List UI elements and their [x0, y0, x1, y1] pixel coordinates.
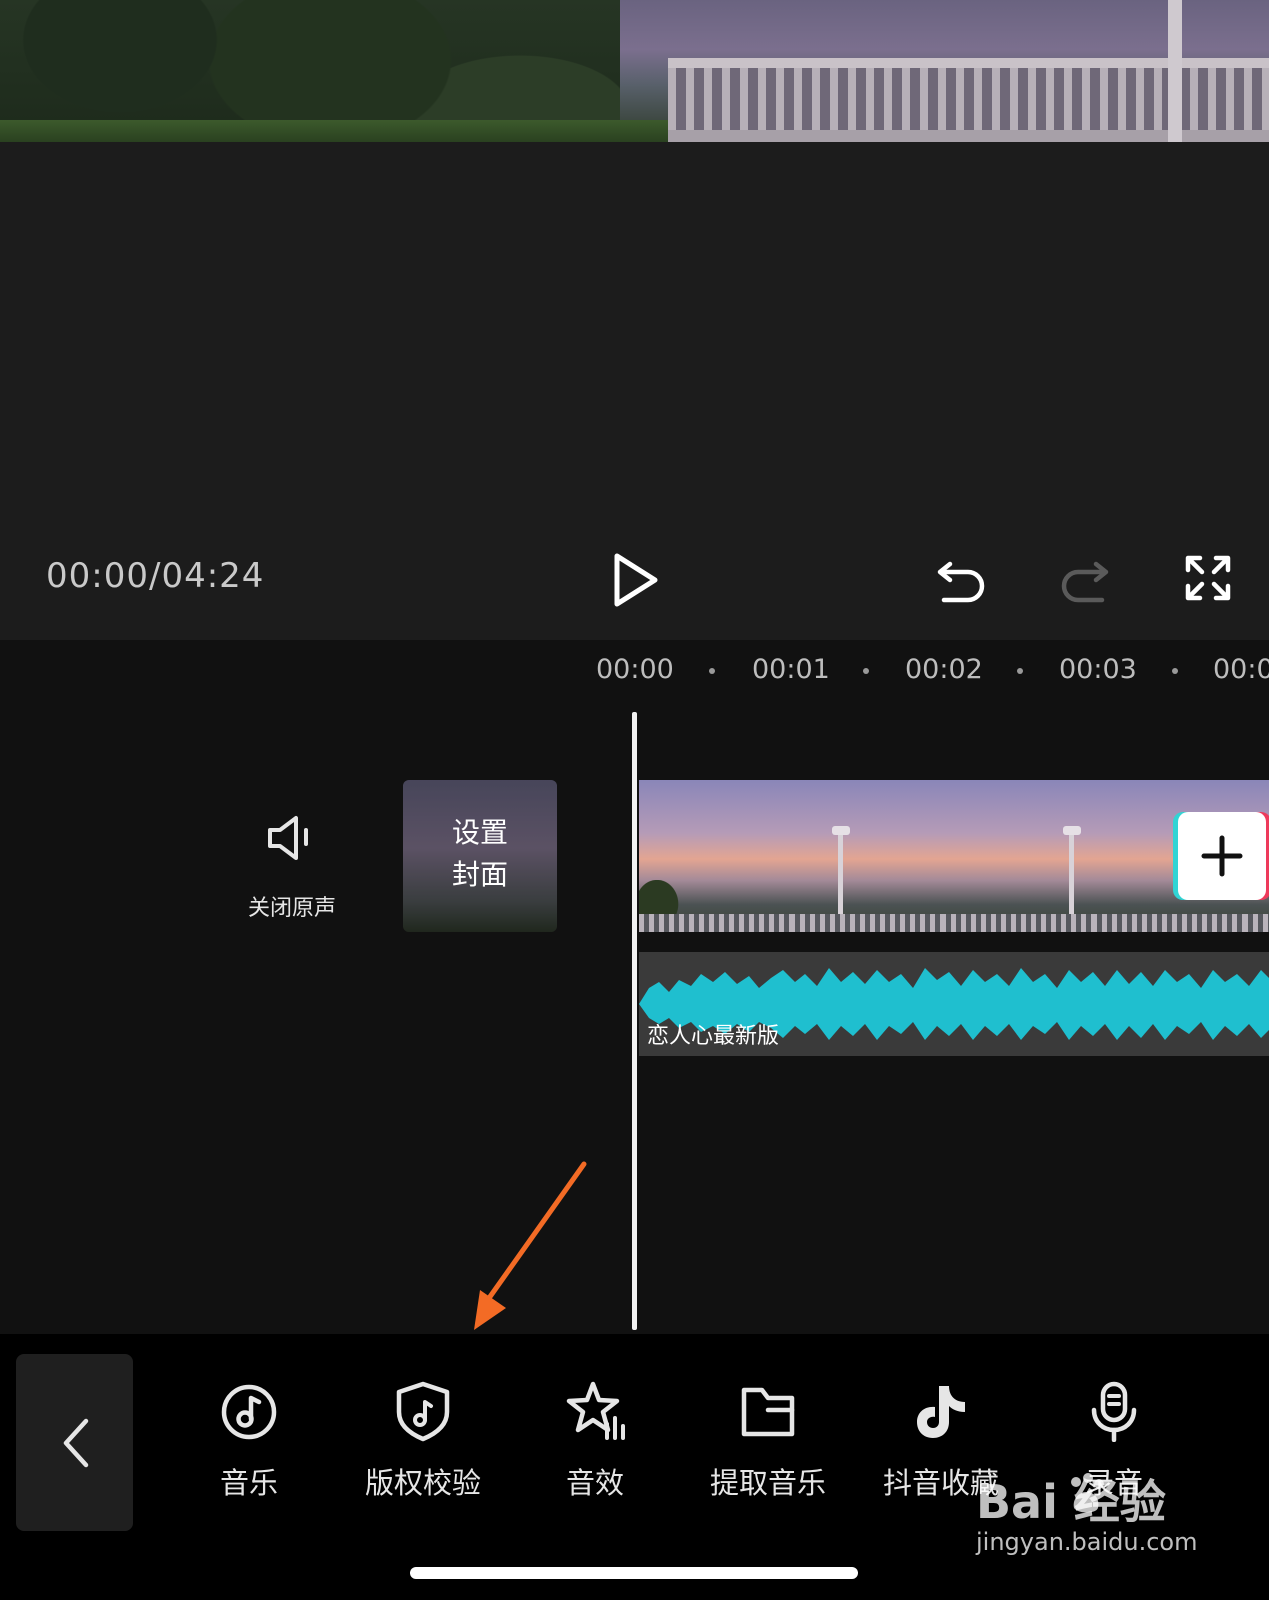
folder-icon [741, 1387, 795, 1437]
playback-time: 00:00/04:24 [46, 556, 265, 596]
tool-music[interactable]: 音乐 [174, 1380, 324, 1500]
baidu-paw-icon [1071, 1473, 1104, 1513]
chevron-left-icon [63, 1418, 88, 1467]
set-cover-label: 设置 封面 [451, 816, 508, 891]
tool-copyright-check[interactable]: 版权校验 [348, 1380, 498, 1500]
tool-sound-effects[interactable]: 音效 [520, 1380, 670, 1500]
back-button[interactable] [16, 1354, 133, 1531]
tool-label: 提取音乐 [709, 1466, 826, 1500]
preview-grass [0, 120, 700, 142]
copyright-shield-icon [396, 1381, 450, 1442]
video-thumbnail [639, 780, 791, 932]
video-thumbnail [941, 780, 1093, 932]
music-note-icon [221, 1384, 277, 1440]
sound-effect-star-icon [566, 1381, 625, 1440]
video-thumbnail [790, 780, 942, 932]
undo-button[interactable] [932, 548, 992, 608]
ruler-tick-label: 00:02 [905, 654, 983, 685]
play-button[interactable] [604, 548, 668, 612]
home-indicator[interactable] [410, 1567, 858, 1579]
ruler-dot [1172, 668, 1178, 674]
video-preview-frame [0, 0, 1269, 142]
play-icon [614, 553, 658, 607]
tool-label: 音乐 [219, 1466, 278, 1500]
ruler-dot [863, 668, 869, 674]
ruler-tick-label: 00:01 [752, 654, 830, 685]
tool-label: 音效 [565, 1466, 624, 1500]
video-track[interactable] [639, 780, 1269, 932]
set-cover-button[interactable]: 设置 封面 [403, 780, 557, 932]
ruler-dot [1017, 668, 1023, 674]
ruler-dot [709, 668, 715, 674]
tool-label: 版权校验 [364, 1466, 481, 1500]
audio-clip-label: 恋人心最新版 [647, 1024, 780, 1049]
mute-original-audio-label: 关闭原声 [247, 896, 336, 921]
baidu-watermark: Bai 经验 jingyan.baidu.com [976, 1466, 1216, 1566]
audio-track[interactable]: 恋人心最新版 [639, 952, 1269, 1056]
speaker-icon [268, 816, 308, 860]
playhead[interactable] [632, 712, 637, 1330]
annotation-arrow-icon [474, 1161, 587, 1330]
fullscreen-button[interactable] [1178, 548, 1238, 608]
mute-original-audio-button[interactable]: 关闭原声 [236, 812, 348, 922]
preview-pole [1168, 0, 1182, 142]
add-clip-button[interactable] [1178, 812, 1266, 900]
redo-button[interactable] [1054, 548, 1114, 608]
tool-extract-music[interactable]: 提取音乐 [693, 1380, 843, 1500]
plus-icon [1201, 835, 1243, 877]
undo-icon [937, 561, 985, 603]
microphone-icon [1091, 1381, 1137, 1442]
ruler-tick-label: 00:03 [1059, 654, 1137, 685]
watermark-url: jingyan.baidu.com [976, 1528, 1198, 1556]
ruler-tick-label: 00:0 [1213, 654, 1269, 685]
redo-icon [1061, 561, 1109, 603]
ruler-tick-label: 00:00 [596, 654, 674, 685]
tiktok-icon [917, 1386, 965, 1438]
fullscreen-icon [1185, 555, 1231, 601]
